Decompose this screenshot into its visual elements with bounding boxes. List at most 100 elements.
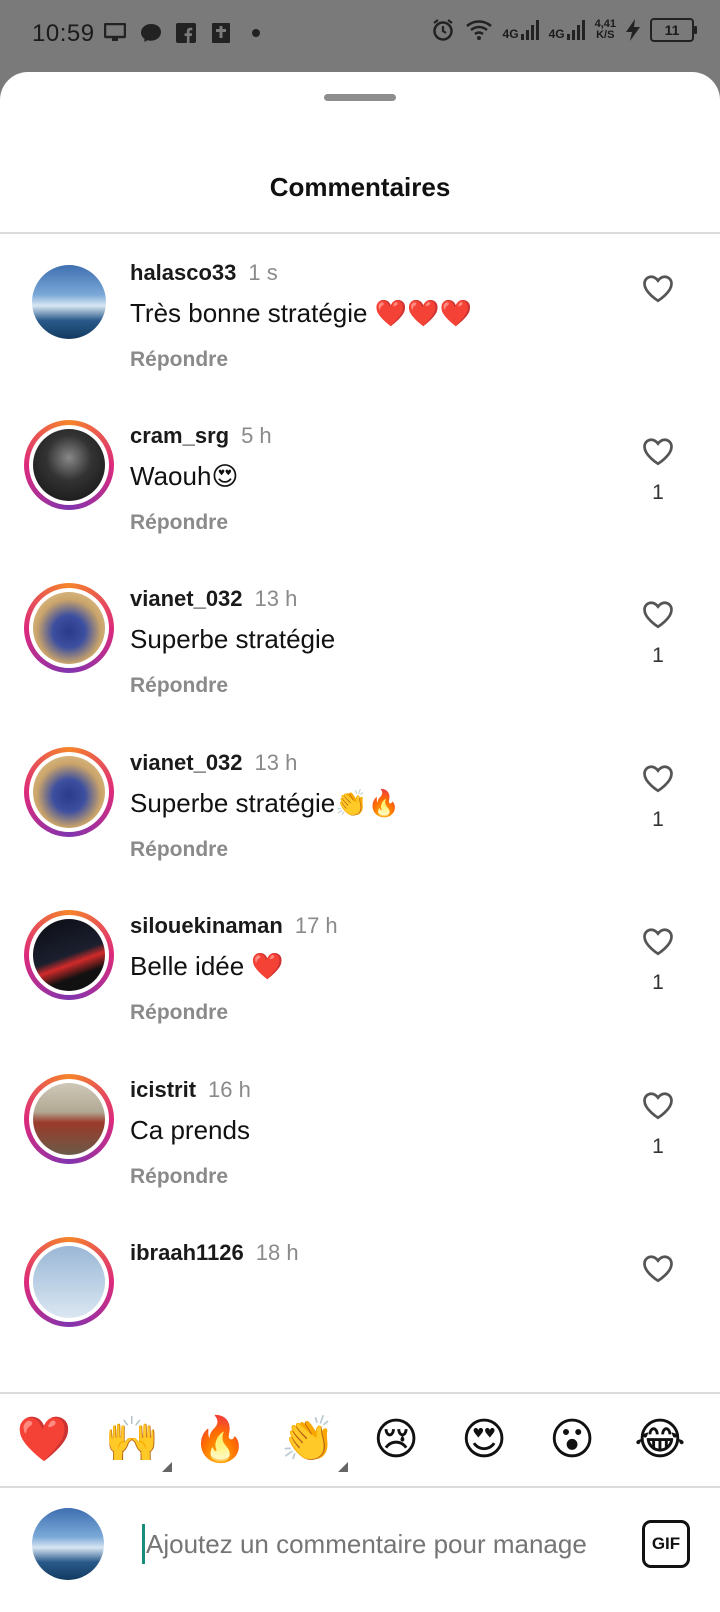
comment-item: vianet_032 13 h Superbe stratégie Répondr…	[0, 560, 720, 720]
comment-text: Waouh😍	[130, 461, 239, 491]
comment-username[interactable]: silouekinaman	[130, 913, 283, 938]
comment-meta: cram_srg 5 h	[130, 423, 272, 449]
reaction-crying[interactable]: 😢	[366, 1412, 426, 1468]
comment-item: silouekinaman 17 h Belle idée ❤️ Répondre…	[0, 887, 720, 1047]
comment-text: Ca prends	[130, 1115, 250, 1145]
charging-icon	[626, 19, 640, 41]
reaction-surprised[interactable]: 😮	[542, 1412, 602, 1468]
status-time: 10:59	[32, 20, 95, 47]
comment-item: vianet_032 13 h Superbe stratégie👏🔥 Répon…	[0, 724, 720, 884]
skin-tone-indicator	[162, 1462, 172, 1472]
comment-meta: icistrit 16 h	[130, 1077, 251, 1103]
comment-item: ibraah1126 18 h	[0, 1214, 720, 1374]
like-count: 1	[652, 1135, 664, 1158]
reaction-laughing[interactable]: 😂	[630, 1412, 690, 1468]
reply-button[interactable]: Répondre	[130, 511, 228, 535]
screen-icon	[104, 23, 126, 41]
like-count: 1	[652, 481, 664, 504]
signal-1: 4G	[503, 20, 539, 40]
comment-time: 18 h	[255, 1240, 299, 1265]
avatar[interactable]	[24, 257, 114, 347]
avatar[interactable]	[24, 1074, 114, 1164]
messenger-icon	[141, 24, 161, 42]
battery-icon: 11	[650, 18, 697, 42]
comment-username[interactable]: vianet_032	[130, 750, 243, 775]
heart-outline-icon[interactable]	[640, 270, 676, 306]
comment-input[interactable]	[142, 1524, 612, 1564]
status-left-icons	[104, 22, 260, 44]
comment-composer: GIF	[0, 1488, 720, 1596]
like-count: 1	[652, 644, 664, 667]
avatar	[32, 1508, 104, 1580]
heart-outline-icon[interactable]	[640, 1250, 676, 1286]
like-count: 1	[652, 971, 664, 994]
status-right: 4G 4G 4,41 K/S 11	[431, 18, 697, 42]
comment-text: Superbe stratégie👏🔥	[130, 788, 400, 818]
network-type-2: 4G	[548, 27, 565, 41]
avatar[interactable]	[24, 747, 114, 837]
reaction-raised-hands[interactable]: 🙌	[102, 1412, 172, 1472]
signal-bars-icon	[566, 20, 585, 40]
comment-time: 16 h	[208, 1077, 251, 1102]
comment-time: 1 s	[248, 260, 278, 285]
reaction-fire[interactable]: 🔥	[190, 1412, 250, 1468]
comment-time: 5 h	[241, 423, 272, 448]
speed-unit: K/S	[596, 29, 615, 41]
reply-button[interactable]: Répondre	[130, 674, 228, 698]
reaction-clap[interactable]: 👏	[278, 1412, 348, 1472]
reply-button[interactable]: Répondre	[130, 838, 228, 862]
comment-text: Superbe stratégie	[130, 624, 336, 654]
facebook-icon	[176, 23, 196, 43]
heart-outline-icon[interactable]	[640, 433, 676, 469]
comment-text: Belle idée ❤️	[130, 951, 284, 981]
network-type-1: 4G	[502, 27, 519, 41]
heart-outline-icon[interactable]	[640, 923, 676, 959]
reaction-emoji: 👏	[280, 1415, 336, 1464]
skin-tone-indicator	[338, 1462, 348, 1472]
reply-button[interactable]: Répondre	[130, 348, 228, 372]
network-speed: 4,41 K/S	[595, 19, 616, 41]
comment-username[interactable]: ibraah1126	[130, 1240, 244, 1265]
comment-meta: vianet_032 13 h	[130, 750, 297, 776]
wifi-icon	[465, 20, 492, 40]
reaction-heart[interactable]: ❤️	[14, 1412, 74, 1468]
drag-handle[interactable]	[324, 94, 396, 101]
avatar[interactable]	[24, 420, 114, 510]
system-nav-bar	[0, 1596, 720, 1612]
comment-username[interactable]: halasco33	[130, 260, 236, 285]
reaction-emoji: 🙌	[104, 1415, 160, 1464]
heart-outline-icon[interactable]	[640, 596, 676, 632]
comment-time: 17 h	[294, 913, 338, 938]
comment-username[interactable]: cram_srg	[130, 423, 229, 448]
quick-reactions-bar: ❤️ 🙌 🔥 👏 😢 😍 😮 😂	[0, 1394, 720, 1486]
heart-outline-icon[interactable]	[640, 760, 676, 796]
reaction-heart-eyes[interactable]: 😍	[454, 1412, 514, 1468]
like-count: 1	[652, 808, 664, 831]
heart-outline-icon[interactable]	[640, 1087, 676, 1123]
signal-2: 4G	[549, 20, 585, 40]
reply-button[interactable]: Répondre	[130, 1165, 228, 1189]
alarm-icon	[432, 19, 453, 41]
status-dot	[252, 29, 260, 37]
comment-item: cram_srg 5 h Waouh😍 Répondre 1	[0, 397, 720, 557]
comment-time: 13 h	[254, 586, 298, 611]
comment-username[interactable]: icistrit	[130, 1077, 196, 1102]
comment-username[interactable]: vianet_032	[130, 586, 243, 611]
comment-time: 13 h	[254, 750, 298, 775]
avatar[interactable]	[24, 1237, 114, 1327]
comment-meta: vianet_032 13 h	[130, 586, 297, 612]
comment-item: halasco33 1 s Très bonne stratégie ❤️❤️❤️…	[0, 234, 720, 394]
comment-meta: halasco33 1 s	[130, 260, 278, 286]
battery-level: 11	[664, 22, 680, 38]
reply-button[interactable]: Répondre	[130, 1001, 228, 1025]
comments-list[interactable]: halasco33 1 s Très bonne stratégie ❤️❤️❤️…	[0, 234, 720, 1392]
avatar[interactable]	[24, 910, 114, 1000]
status-bar: 10:59 4G 4G 4,41 K/S 11	[0, 0, 720, 72]
gif-button[interactable]: GIF	[642, 1520, 690, 1568]
comment-item: icistrit 16 h Ca prends Répondre 1	[0, 1051, 720, 1211]
comment-text: Très bonne stratégie ❤️❤️❤️	[130, 298, 472, 328]
avatar[interactable]	[24, 583, 114, 673]
bible-icon	[212, 23, 230, 43]
text-cursor	[142, 1524, 145, 1564]
sheet-title: Commentaires	[269, 172, 451, 202]
